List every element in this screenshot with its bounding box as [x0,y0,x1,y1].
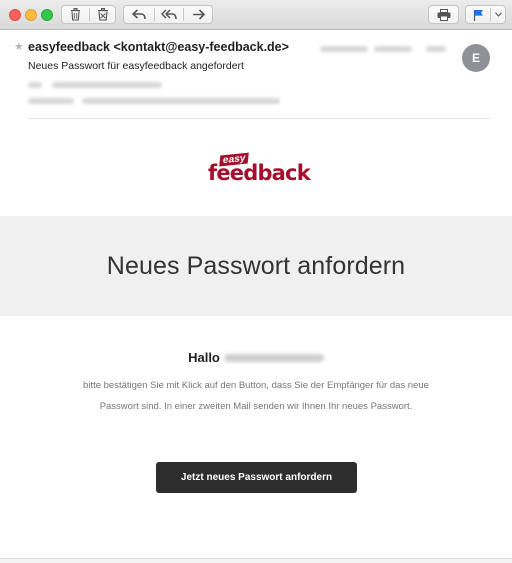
reply-all-button[interactable] [155,6,183,23]
delete-button-group [61,5,116,24]
forward-arrow-icon [192,9,205,20]
request-password-button[interactable]: Jetzt neues Passwort anfordern [156,462,357,493]
flag-menu-button[interactable] [491,6,505,23]
forward-button[interactable] [184,6,212,23]
redacted-recipient-name [223,353,324,362]
junk-button[interactable] [90,6,116,23]
sender-address[interactable]: easyfeedback <kontakt@easy-feedback.de> [28,40,289,55]
flag-button-group [465,5,506,24]
print-button[interactable] [428,5,459,24]
reply-icon [132,9,146,20]
window-toolbar [0,0,512,30]
heading-band: Neues Passwort anfordern [0,216,512,316]
redacted-to-label [28,82,42,88]
chevron-down-icon [494,12,502,17]
star-icon[interactable]: ★ [14,41,24,53]
header-divider [28,118,490,119]
trash-button[interactable] [62,6,89,23]
reply-button-group [123,5,213,24]
greeting-text: Hallo [188,350,220,365]
page-title: Neues Passwort anfordern [106,251,406,280]
flag-icon [473,9,483,21]
redacted-reply-to [82,98,280,104]
reply-button[interactable] [124,6,154,23]
zoom-window-button[interactable] [41,9,53,21]
junk-icon [98,8,108,21]
minimize-window-button[interactable] [25,9,37,21]
logo-feedback-text: feedback [208,161,311,185]
redacted-reply-to-label [28,98,74,104]
trash-icon [71,8,80,21]
window-bottom-edge [0,558,512,563]
easyfeedback-logo: easy feedback [208,150,311,188]
body-text-line-1: bitte bestätigen Sie mit Klick auf den B… [83,380,429,391]
flag-button[interactable] [466,6,490,23]
subject-line: Neues Passwort für easyfeedback angeford… [28,60,244,72]
redacted-recipient [52,82,162,88]
avatar: E [462,44,490,72]
redacted-folder-info [374,46,412,52]
printer-icon [437,8,450,21]
greeting: Hallo [0,350,512,366]
reply-all-icon [161,9,177,20]
redacted-time [426,46,446,52]
redacted-mailbox-info [320,46,368,52]
body-text-line-2: Passwort sind. In einer zweiten Mail sen… [99,401,413,412]
close-window-button[interactable] [9,9,21,21]
